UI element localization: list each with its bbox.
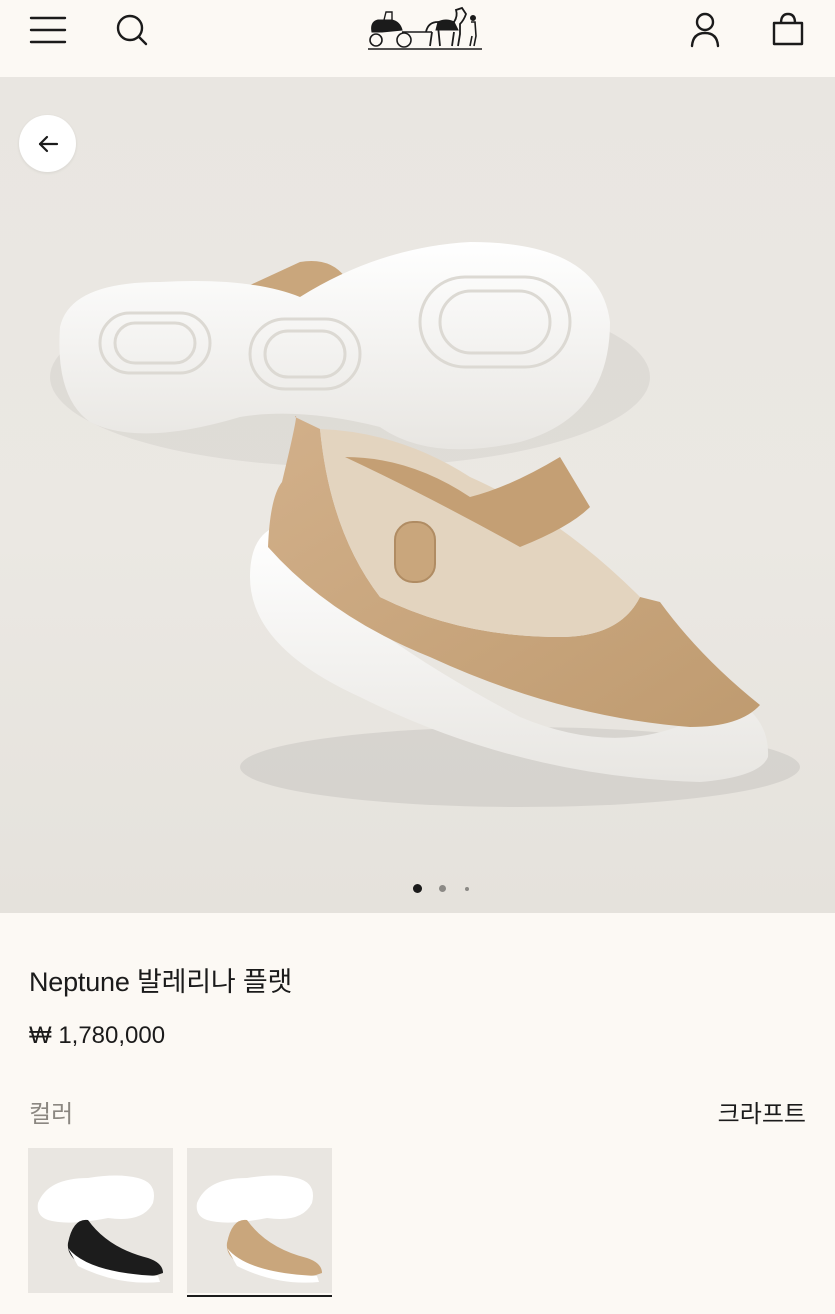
hermes-carriage-logo[interactable]: [362, 2, 486, 54]
gallery-pagination: [0, 883, 835, 895]
selected-color-value: 크라프트: [717, 1101, 806, 1128]
pagination-dot-3[interactable]: [465, 887, 469, 891]
user-icon[interactable]: [685, 10, 725, 50]
product-price: ₩ 1,780,000: [29, 1022, 166, 1049]
color-swatch-kraft[interactable]: [187, 1148, 332, 1293]
arrow-left-icon: [38, 135, 58, 152]
selected-swatch-indicator: [187, 1295, 332, 1297]
pagination-dot-1[interactable]: [413, 884, 422, 893]
back-button[interactable]: [19, 115, 76, 172]
header: [0, 0, 835, 77]
search-icon[interactable]: [112, 10, 152, 50]
color-label: 컬러: [29, 1101, 74, 1128]
color-swatch-black[interactable]: [28, 1148, 173, 1293]
product-photo-shoes: [50, 242, 800, 807]
product-title: Neptune 발레리나 플랫: [29, 967, 293, 997]
shopping-bag-icon[interactable]: [768, 10, 808, 50]
menu-icon[interactable]: [28, 10, 68, 50]
product-image-gallery[interactable]: [0, 77, 835, 913]
pagination-dot-2[interactable]: [439, 885, 446, 892]
